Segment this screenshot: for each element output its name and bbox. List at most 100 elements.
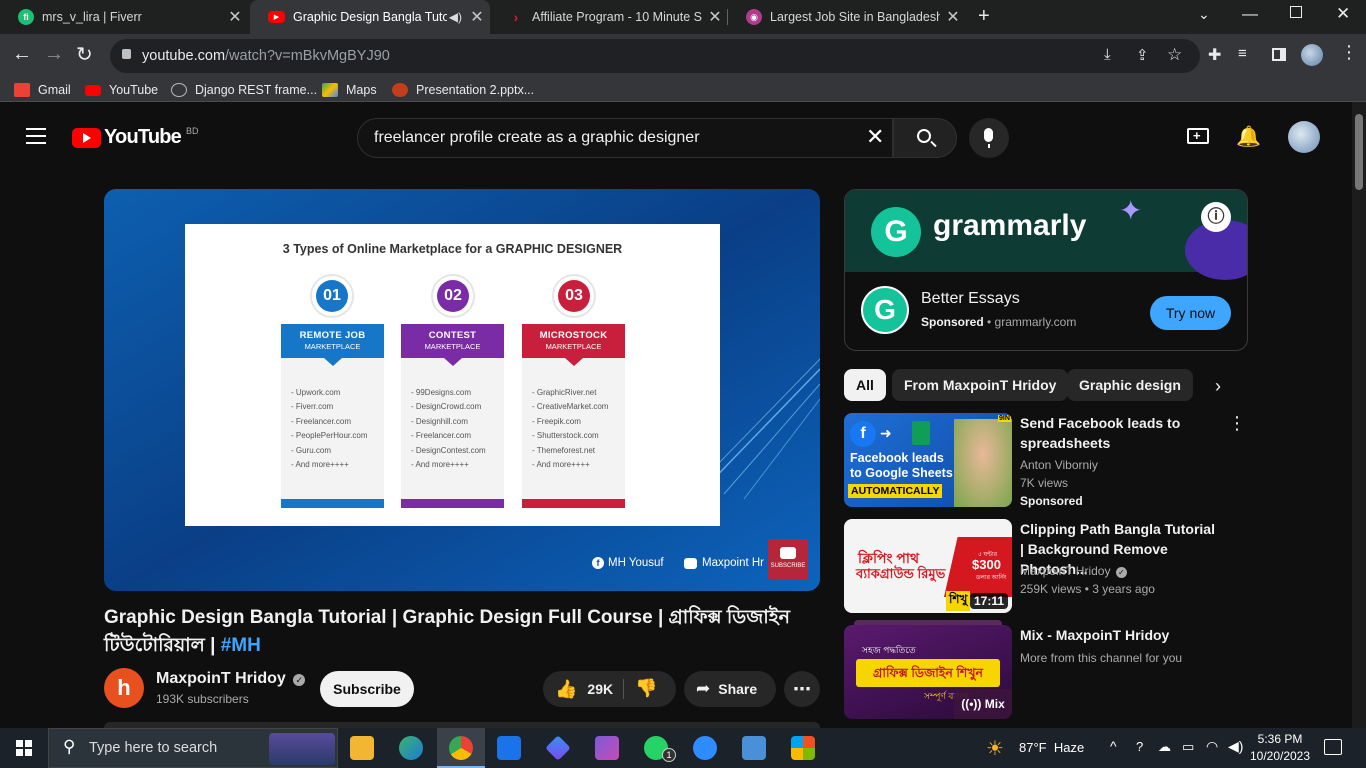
close-tab-icon[interactable]: ✕ — [222, 7, 248, 27]
close-window-icon[interactable]: ✕ — [1336, 4, 1350, 24]
taskbar-search[interactable]: ⚲ Type here to search — [48, 728, 338, 768]
like-button[interactable]: 👍 29K — [543, 671, 623, 707]
ad-banner[interactable]: G grammarly ✦ ⓘ — [845, 190, 1247, 280]
tab-youtube-active[interactable]: ▶ Graphic Design Bangla Tuto ◀) ✕ — [250, 0, 490, 34]
cloud-icon[interactable]: ☁ — [1158, 739, 1171, 755]
close-tab-icon[interactable]: ✕ — [702, 7, 728, 27]
app-diamond-icon[interactable] — [545, 735, 571, 761]
recommendation-channel[interactable]: Anton Viborniy — [1020, 458, 1098, 472]
battery-icon[interactable]: ▭ — [1182, 739, 1194, 755]
edge-icon[interactable] — [399, 736, 423, 760]
chip-graphic-design[interactable]: Graphic design — [1067, 369, 1193, 401]
video-thumbnail[interactable]: সহজ পদ্ধতিতে গ্রাফিক্স ডিজাইন শিখুন সম্প… — [844, 625, 1012, 719]
create-video-icon[interactable]: + — [1187, 128, 1209, 144]
search-input[interactable]: freelancer profile create as a graphic d… — [357, 118, 893, 158]
store-icon[interactable] — [791, 736, 815, 760]
tab-fiverr[interactable]: fi mrs_v_lira | Fiverr ✕ — [0, 0, 248, 34]
bookmark-gmail[interactable]: Gmail — [14, 82, 71, 98]
url-text[interactable]: youtube.com/watch?v=mBkvMgBYJ90 — [142, 48, 390, 64]
windows-start-icon[interactable] — [16, 740, 32, 756]
more-options-icon[interactable]: ⋮ — [1228, 413, 1246, 434]
bookmark-youtube[interactable]: YouTube — [85, 82, 158, 98]
side-panel-icon[interactable] — [1272, 48, 1286, 61]
sponsored-ad-card[interactable]: G grammarly ✦ ⓘ G Better Essays Sponsore… — [844, 189, 1248, 351]
ad-cta-button[interactable]: Try now — [1150, 296, 1231, 330]
voice-search-button[interactable] — [969, 118, 1009, 158]
chip-from-channel[interactable]: From MaxpoinT Hridoy — [892, 369, 1069, 401]
tab-title: Graphic Design Bangla Tuto — [293, 10, 447, 24]
forward-icon[interactable]: → — [44, 43, 64, 66]
weather-text[interactable]: 87°F Haze — [1019, 740, 1084, 755]
recommendation-item[interactable]: f ➜ 9IN Facebook leads to Google Sheets … — [844, 413, 1246, 508]
hamburger-menu-icon[interactable] — [26, 128, 46, 144]
restore-icon[interactable] — [1290, 6, 1302, 18]
bookmark-star-icon[interactable]: ☆ — [1167, 45, 1182, 65]
recommendation-channel[interactable]: MaxpoinT Hridoy ✓ — [1020, 564, 1127, 578]
column-subheading: MARKETPLACE — [545, 342, 602, 351]
video-thumbnail[interactable]: f ➜ 9IN Facebook leads to Google Sheets … — [844, 413, 1012, 507]
recommendation-title[interactable]: Mix - MaxpoinT Hridoy — [1020, 625, 1220, 645]
ad-info-icon[interactable]: ⓘ — [1201, 202, 1231, 232]
clear-search-icon[interactable]: ✕ — [866, 124, 884, 150]
chip-all[interactable]: All — [844, 369, 886, 401]
chrome-icon[interactable] — [449, 736, 473, 760]
recommendation-title[interactable]: Send Facebook leads to spreadsheets — [1020, 413, 1220, 453]
tray-chevron-icon[interactable]: ^ — [1110, 738, 1117, 754]
bookmark-label: Gmail — [38, 83, 71, 97]
recommendation-item[interactable]: ক্লিপিং পাথ ব্যাকগ্রাউন্ড রিমুভ ৫ ঘন্টার… — [844, 519, 1244, 613]
share-page-icon[interactable]: ⇪ — [1136, 46, 1149, 64]
clipchamp-icon[interactable] — [595, 736, 619, 760]
more-actions-icon[interactable]: ⋯ — [784, 671, 820, 707]
recommendation-item[interactable]: সহজ পদ্ধতিতে গ্রাফিক্স ডিজাইন শিখুন সম্প… — [844, 620, 1244, 719]
bookmark-presentation[interactable]: Presentation 2.pptx... — [392, 82, 534, 98]
back-icon[interactable]: ← — [12, 43, 32, 66]
bookmark-maps[interactable]: Maps — [322, 82, 377, 98]
video-hashtag[interactable]: #MH — [221, 635, 261, 656]
help-icon[interactable]: ? — [1136, 739, 1143, 754]
scrollbar-thumb[interactable] — [1355, 114, 1363, 190]
clock-date[interactable]: 10/20/2023 — [1248, 749, 1312, 763]
mail-icon[interactable] — [497, 736, 521, 760]
video-player[interactable]: 3 Types of Online Marketplace for a GRAP… — [104, 189, 820, 591]
subscribe-badge[interactable]: SUBSCRIBE — [768, 539, 808, 579]
tab-affiliate[interactable]: › Affiliate Program - 10 Minute Sc ✕ — [490, 0, 728, 34]
bookmark-django[interactable]: Django REST frame... — [171, 82, 317, 98]
install-app-icon[interactable]: ⤓ — [1104, 46, 1111, 63]
notifications-bell-icon[interactable]: 🔔 — [1236, 124, 1261, 149]
tab-bdjobs[interactable]: ◉ Largest Job Site in Bangladesh, S ✕ — [728, 0, 966, 34]
weather-icon[interactable]: ☀ — [986, 736, 1004, 761]
zoom-icon[interactable] — [693, 736, 717, 760]
url-path: /watch?v=mBkvMgBYJ90 — [225, 48, 390, 64]
account-avatar[interactable] — [1288, 121, 1320, 153]
media-control-icon[interactable]: ≡ — [1238, 45, 1247, 62]
profile-avatar[interactable] — [1301, 44, 1323, 66]
share-button[interactable]: ➦ Share — [684, 671, 776, 707]
channel-name[interactable]: MaxpoinT Hridoy ✓ — [156, 670, 306, 688]
thumbs-down-icon[interactable]: 👎 — [635, 678, 657, 699]
page-scrollbar[interactable] — [1352, 102, 1366, 728]
reload-icon[interactable]: ↻ — [76, 42, 93, 67]
subscribe-button[interactable]: Subscribe — [320, 671, 414, 707]
like-dislike-group: 👍 29K 👎 — [543, 671, 676, 707]
channel-avatar[interactable]: h — [104, 668, 144, 708]
tab-title: Largest Job Site in Bangladesh, S — [770, 10, 940, 24]
extensions-icon[interactable]: ✚ — [1208, 45, 1221, 65]
tab-search-icon[interactable]: ⌄ — [1198, 6, 1210, 23]
youtube-logo[interactable]: YouTube BD — [72, 126, 199, 149]
chips-next-icon[interactable]: › — [1215, 376, 1221, 397]
close-tab-icon[interactable]: ✕ — [940, 7, 966, 27]
minimize-icon[interactable]: — — [1242, 6, 1258, 24]
search-button[interactable] — [893, 118, 957, 158]
address-bar[interactable]: youtube.com/watch?v=mBkvMgBYJ90 ⤓ ⇪ ☆ — [110, 39, 1200, 73]
clock-time[interactable]: 5:36 PM — [1252, 732, 1308, 746]
file-explorer-icon[interactable] — [350, 736, 374, 760]
wifi-icon[interactable]: ◠ — [1206, 738, 1218, 755]
speaker-icon[interactable]: ◀) — [449, 10, 462, 24]
volume-icon[interactable]: ◀) — [1228, 738, 1243, 755]
chrome-menu-icon[interactable]: ⋮ — [1340, 42, 1358, 63]
video-thumbnail[interactable]: ক্লিপিং পাথ ব্যাকগ্রাউন্ড রিমুভ ৫ ঘন্টার… — [844, 519, 1012, 613]
notification-center-icon[interactable] — [1324, 739, 1342, 755]
photos-icon[interactable] — [742, 736, 766, 760]
new-tab-icon[interactable]: + — [978, 5, 990, 28]
close-tab-icon[interactable]: ✕ — [464, 7, 490, 27]
